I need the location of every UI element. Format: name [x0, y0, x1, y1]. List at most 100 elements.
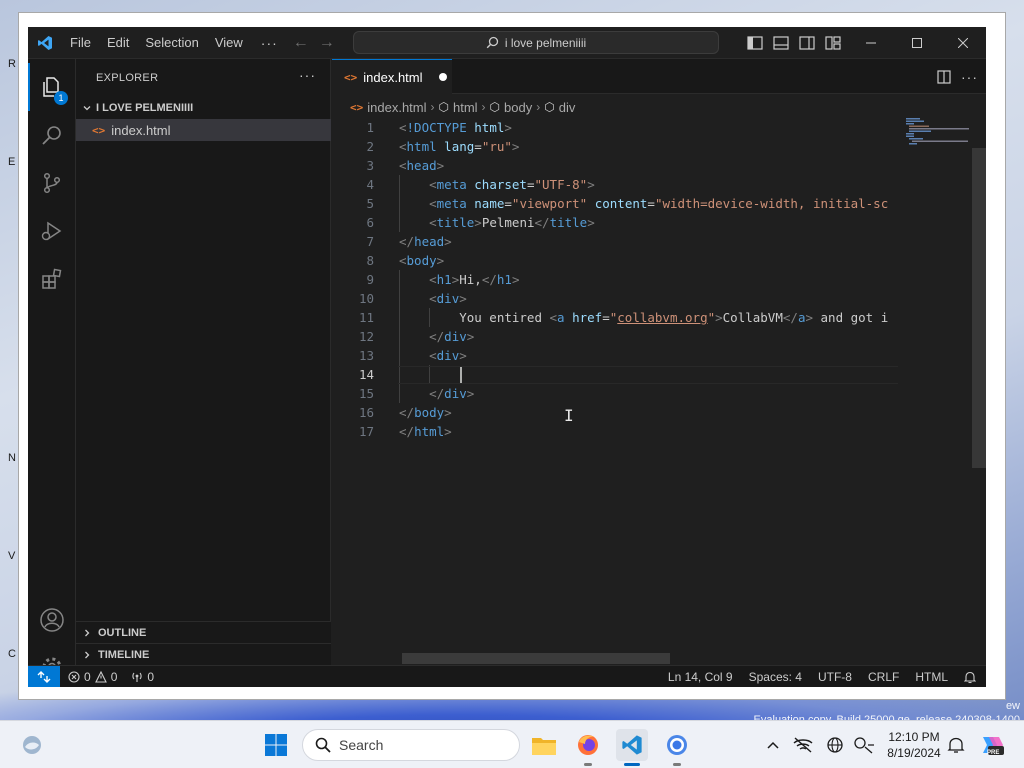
command-center[interactable]: i love pelmeniiii [353, 31, 719, 54]
code-line[interactable]: 12 </div> [332, 327, 902, 346]
code-token: > [459, 291, 467, 306]
start-icon[interactable] [260, 729, 292, 761]
go-forward-icon[interactable]: → [314, 34, 340, 52]
code-line[interactable]: 15 </div> [332, 384, 902, 403]
ports-indicator[interactable]: 0 [131, 670, 154, 684]
toggle-panel-icon[interactable] [770, 32, 792, 54]
desktop-icon-label: C [8, 648, 16, 660]
toggle-secondary-sidebar-icon[interactable] [796, 32, 818, 54]
globe-icon[interactable] [820, 735, 850, 755]
desktop-icon-label: E [8, 156, 16, 168]
line-number: 1 [366, 120, 374, 135]
code-link[interactable]: collabvm.org [617, 310, 707, 325]
vscode-icon[interactable] [616, 729, 648, 761]
code-line[interactable]: 4 <meta charset="UTF-8"> [332, 175, 902, 194]
editor-area: <> index.html ··· <> index.html › ⬡ html… [332, 59, 986, 665]
go-back-icon[interactable]: ← [288, 34, 314, 52]
code-token: body [414, 405, 445, 420]
code-line[interactable]: 16 </body> [332, 403, 902, 422]
show-hidden-icons-chevron[interactable] [760, 735, 786, 755]
vertical-scrollbar[interactable] [972, 118, 986, 665]
vertical-scrollbar-thumb[interactable] [972, 148, 986, 468]
code-line[interactable]: 3 <head> [332, 156, 902, 175]
code-editor[interactable]: 1 <!DOCTYPE html> 2 <html lang="ru"> 3 <head>… [332, 118, 902, 441]
code-token: > [466, 386, 475, 401]
code-line[interactable]: 10 <div> [332, 289, 902, 308]
code-token: > [459, 348, 467, 363]
manage-gear-icon[interactable] [28, 644, 76, 677]
firefox-icon[interactable] [572, 729, 604, 761]
remote-window-icon[interactable] [28, 666, 60, 687]
explorer-icon[interactable]: 1 [28, 63, 76, 111]
workspace-folder[interactable]: I LOVE PELMENIIII [76, 97, 331, 119]
menu-file[interactable]: File [62, 27, 99, 59]
code-line[interactable]: 5 <meta name="viewport" content="width=d… [332, 194, 902, 213]
chevron-right-icon: › [430, 100, 435, 114]
minimap[interactable] [906, 118, 976, 148]
editor-more-button[interactable]: ··· [961, 69, 978, 85]
code-line[interactable]: 8 <body> [332, 251, 902, 270]
split-editor-icon[interactable] [937, 69, 951, 84]
notification-bell-icon[interactable] [964, 671, 976, 684]
tab-index-html[interactable]: <> index.html [332, 59, 452, 94]
code-line[interactable]: 6 <title>Pelmeni</title> [332, 213, 902, 232]
end-of-line[interactable]: CRLF [868, 670, 899, 684]
close-icon[interactable] [940, 27, 986, 59]
breadcrumb-item[interactable]: div [559, 100, 576, 115]
menu-more-button[interactable]: ··· [251, 35, 288, 51]
timeline-section-row[interactable]: TIMELINE [76, 643, 331, 665]
accounts-icon[interactable] [28, 596, 76, 644]
maximize-icon[interactable] [894, 27, 940, 59]
menu-selection[interactable]: Selection [137, 27, 206, 59]
line-number: 11 [358, 310, 374, 325]
unsaved-dot-icon[interactable] [438, 73, 447, 81]
problems-indicator[interactable]: 0 0 [68, 670, 117, 684]
code-token: " [707, 310, 716, 325]
customize-layout-icon[interactable] [822, 32, 844, 54]
widgets-icon[interactable] [16, 729, 48, 761]
code-line[interactable]: 14 [332, 365, 902, 384]
language-mode[interactable]: HTML [915, 670, 948, 684]
code-token: </ [399, 234, 415, 249]
code-line[interactable]: 2 <html lang="ru"> [332, 137, 902, 156]
notification-bell-icon[interactable] [940, 729, 972, 761]
horizontal-scrollbar-thumb[interactable] [402, 653, 670, 664]
code-token: div [436, 291, 460, 306]
code-line[interactable]: 13 <div> [332, 346, 902, 365]
accessibility-icon[interactable] [850, 735, 878, 755]
source-control-icon[interactable] [28, 159, 76, 207]
line-source: <h1>Hi,</h1> [399, 270, 519, 289]
copilot-icon[interactable]: PRE [976, 729, 1008, 761]
search-icon[interactable] [28, 111, 76, 159]
toggle-primary-sidebar-icon[interactable] [744, 32, 766, 54]
code-token: div [444, 329, 467, 344]
taskbar-search[interactable]: Search [302, 729, 520, 761]
sidebar-more-button[interactable]: ··· [299, 67, 316, 83]
file-index-html[interactable]: <> index.html [76, 119, 331, 141]
code-line[interactable]: 9 <h1>Hi,</h1> [332, 270, 902, 289]
chrome-icon[interactable] [661, 729, 693, 761]
extensions-icon[interactable] [28, 255, 76, 303]
breadcrumb-item[interactable]: index.html [367, 100, 426, 115]
file-explorer-icon[interactable] [528, 729, 560, 761]
code-line[interactable]: 7 </head> [332, 232, 902, 251]
code-token: html [474, 120, 505, 135]
code-token: CollabVM [722, 310, 783, 325]
code-token: > [587, 215, 595, 230]
minimize-icon[interactable] [848, 27, 894, 59]
code-line[interactable]: 11 You entired <a href="collabvm.org">Co… [332, 308, 902, 327]
code-token: > [436, 253, 445, 268]
menu-edit[interactable]: Edit [99, 27, 137, 59]
outline-section-row[interactable]: OUTLINE [76, 621, 331, 643]
menu-view[interactable]: View [207, 27, 251, 59]
code-line[interactable]: 1 <!DOCTYPE html> [332, 118, 902, 137]
breadcrumb-item[interactable]: body [504, 100, 532, 115]
cursor-position[interactable]: Ln 14, Col 9 [668, 670, 733, 684]
indentation[interactable]: Spaces: 4 [749, 670, 802, 684]
code-line[interactable]: 17 </html> [332, 422, 902, 441]
breadcrumb-item[interactable]: html [453, 100, 478, 115]
line-number: 6 [366, 215, 374, 230]
network-off-icon[interactable] [786, 735, 820, 755]
run-debug-icon[interactable] [28, 207, 76, 255]
encoding[interactable]: UTF-8 [818, 670, 852, 684]
